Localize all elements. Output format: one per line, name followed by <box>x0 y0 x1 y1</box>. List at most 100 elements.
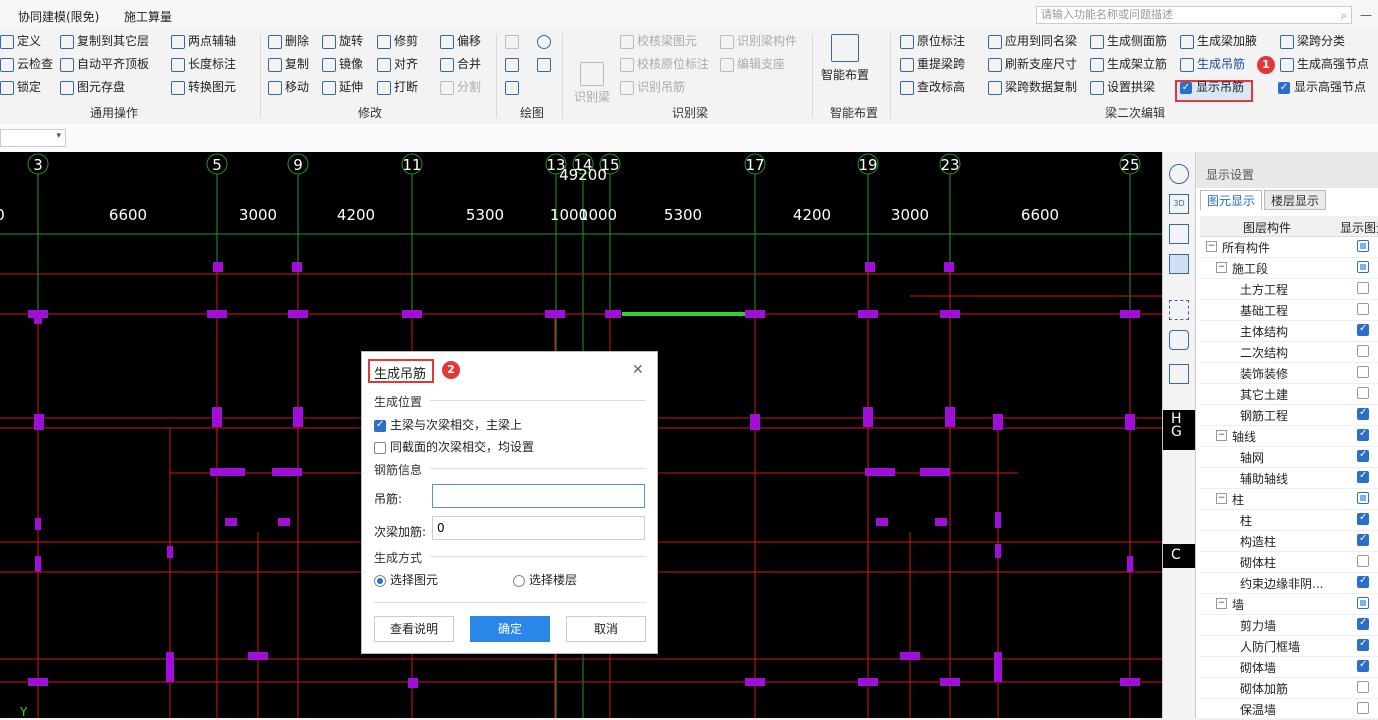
cube-icon[interactable] <box>1169 224 1189 244</box>
identify-hanger-button[interactable]: 识别吊筋 <box>620 77 685 97</box>
layer-visibility-checkbox[interactable] <box>1357 659 1369 672</box>
layer-visibility-checkbox[interactable] <box>1357 575 1369 588</box>
move-button[interactable]: 移动 <box>268 77 309 97</box>
set-arch-beam-button[interactable]: 设置拱梁 <box>1090 77 1155 97</box>
layer-row[interactable]: 土方工程 <box>1200 278 1378 300</box>
erection-rebar-button[interactable]: 生成架立筋 <box>1090 54 1167 74</box>
check-beam-element-button[interactable]: 校核梁图元 <box>620 31 697 51</box>
align-button[interactable]: 对齐 <box>377 54 418 74</box>
layer-visibility-checkbox[interactable] <box>1357 470 1369 483</box>
layer-visibility-checkbox[interactable] <box>1357 366 1369 378</box>
radio-select-floor[interactable]: 选择楼层 <box>513 571 577 588</box>
layer-row[interactable]: − 施工段 <box>1200 257 1378 279</box>
layer-visibility-checkbox[interactable] <box>1357 240 1369 252</box>
cloud-check-button[interactable]: 云检查 <box>0 54 53 74</box>
draw-point-button[interactable] <box>505 31 522 51</box>
fit-view-icon[interactable] <box>1169 300 1189 320</box>
lock-button[interactable]: 锁定 <box>0 77 41 97</box>
view-3d-icon[interactable]: 3D <box>1169 194 1189 214</box>
draw-line-button[interactable] <box>505 54 522 74</box>
search-icon[interactable]: ⌕ <box>1341 8 1347 24</box>
draw-arc-button[interactable] <box>505 77 522 97</box>
refresh-support-button[interactable]: 刷新支座尺寸 <box>988 54 1077 74</box>
layer-row[interactable]: 钢筋工程 <box>1200 404 1378 426</box>
layer-row[interactable]: 主体结构 <box>1200 320 1378 342</box>
show-hs-node-checkbox[interactable]: ✓ 显示高强节点 <box>1278 77 1366 97</box>
mirror-button[interactable]: 镜像 <box>322 54 363 74</box>
layer-visibility-checkbox[interactable] <box>1357 407 1369 420</box>
collapse-toggle-icon[interactable]: − <box>1206 241 1217 252</box>
check-in-situ-label-button[interactable]: 校核原位标注 <box>620 54 709 74</box>
copy-button[interactable]: 复制 <box>268 54 309 74</box>
hanger-input[interactable] <box>432 484 645 508</box>
layer-row[interactable]: 二次结构 <box>1200 341 1378 363</box>
layer-row[interactable]: 轴网 <box>1200 446 1378 468</box>
sub-beam-add-input[interactable] <box>432 516 645 540</box>
layer-visibility-checkbox[interactable] <box>1357 345 1369 357</box>
split-button[interactable]: 分割 <box>440 77 481 97</box>
re-extract-span-button[interactable]: 重提梁跨 <box>900 54 965 74</box>
smart-layout-button[interactable]: 智能布置 <box>820 34 870 94</box>
tab-floor-display[interactable]: 楼层显示 <box>1264 190 1326 210</box>
layer-visibility-checkbox[interactable] <box>1357 261 1369 273</box>
layer-visibility-checkbox[interactable] <box>1357 323 1369 336</box>
layer-row[interactable]: 砌体加筋 <box>1200 677 1378 699</box>
auto-flush-button[interactable]: 自动平齐顶板 <box>60 54 149 74</box>
ok-button[interactable]: 确定 <box>470 616 550 642</box>
layer-visibility-checkbox[interactable] <box>1357 617 1369 630</box>
cube-solid-icon[interactable] <box>1169 254 1189 274</box>
layer-row[interactable]: 辅助轴线 <box>1200 467 1378 489</box>
radio-select-element[interactable]: 选择图元 <box>374 571 438 588</box>
collapse-toggle-icon[interactable]: − <box>1216 262 1227 273</box>
layer-row[interactable]: 柱 <box>1200 509 1378 531</box>
option-main-sub[interactable]: 主梁与次梁相交，主梁上 <box>374 416 522 433</box>
layer-visibility-checkbox[interactable] <box>1357 387 1369 399</box>
cancel-button[interactable]: 取消 <box>566 616 646 642</box>
beam-haunch-button[interactable]: 生成梁加腋 <box>1180 31 1257 51</box>
layer-row[interactable]: 保温墙 <box>1200 698 1378 720</box>
layer-visibility-checkbox[interactable] <box>1357 638 1369 651</box>
identify-beam-button[interactable]: 识别梁 <box>572 62 612 104</box>
apply-same-name-button[interactable]: 应用到同名梁 <box>988 31 1077 51</box>
layer-visibility-checkbox[interactable] <box>1357 492 1369 504</box>
draw-rect-button[interactable] <box>537 54 554 74</box>
layer-list-icon[interactable] <box>1169 364 1189 384</box>
menu-construction-estimate[interactable]: 施工算量 <box>124 8 172 25</box>
show-hanger-checkbox[interactable]: ✓ 显示吊筋 <box>1180 77 1244 97</box>
convert-element-button[interactable]: 转换图元 <box>171 77 236 97</box>
layer-visibility-checkbox[interactable] <box>1357 282 1369 294</box>
layer-visibility-checkbox[interactable] <box>1357 449 1369 462</box>
collapse-toggle-icon[interactable]: − <box>1216 493 1227 504</box>
help-button[interactable]: 查看说明 <box>374 616 454 642</box>
layer-visibility-checkbox[interactable] <box>1357 303 1369 315</box>
break-button[interactable]: 打断 <box>377 77 418 97</box>
collapse-toggle-icon[interactable]: − <box>1216 430 1227 441</box>
identify-beam-component-button[interactable]: 识别梁构件 <box>720 31 797 51</box>
span-classify-button[interactable]: 梁跨分类 <box>1280 31 1345 51</box>
copy-span-data-button[interactable]: 梁跨数据复制 <box>988 77 1077 97</box>
save-element-button[interactable]: 图元存盘 <box>60 77 125 97</box>
extend-button[interactable]: 延伸 <box>322 77 363 97</box>
high-strength-node-button[interactable]: 生成高强节点 <box>1280 54 1369 74</box>
in-situ-label-button[interactable]: 原位标注 <box>900 31 965 51</box>
layer-row[interactable]: 构造柱 <box>1200 530 1378 552</box>
layer-visibility-checkbox[interactable] <box>1357 702 1369 714</box>
dynamic-view-icon[interactable] <box>1169 330 1189 350</box>
length-dim-button[interactable]: 长度标注 <box>171 54 236 74</box>
layer-visibility-checkbox[interactable] <box>1357 597 1369 609</box>
define-button[interactable]: 定义 <box>0 31 41 51</box>
layer-row[interactable]: 剪力墙 <box>1200 614 1378 636</box>
layer-row[interactable]: − 所有构件 <box>1200 236 1378 258</box>
layer-row[interactable]: − 柱 <box>1200 488 1378 510</box>
layer-row[interactable]: 其它土建 <box>1200 383 1378 405</box>
trim-button[interactable]: 修剪 <box>377 31 418 51</box>
delete-button[interactable]: 删除 <box>268 31 309 51</box>
layer-visibility-checkbox[interactable] <box>1357 428 1369 441</box>
copy-to-floor-button[interactable]: 复制到其它层 <box>60 31 149 51</box>
option-same-section[interactable]: 同截面的次梁相交，均设置 <box>374 438 534 455</box>
menu-collab-modeling[interactable]: 协同建模(限免) <box>18 8 99 25</box>
orbit-icon[interactable] <box>1169 164 1189 184</box>
layer-row[interactable]: − 墙 <box>1200 593 1378 615</box>
two-point-axis-button[interactable]: 两点辅轴 <box>171 31 236 51</box>
function-search-input[interactable]: 请输入功能名称或问题描述 ⌕ <box>1036 6 1352 24</box>
